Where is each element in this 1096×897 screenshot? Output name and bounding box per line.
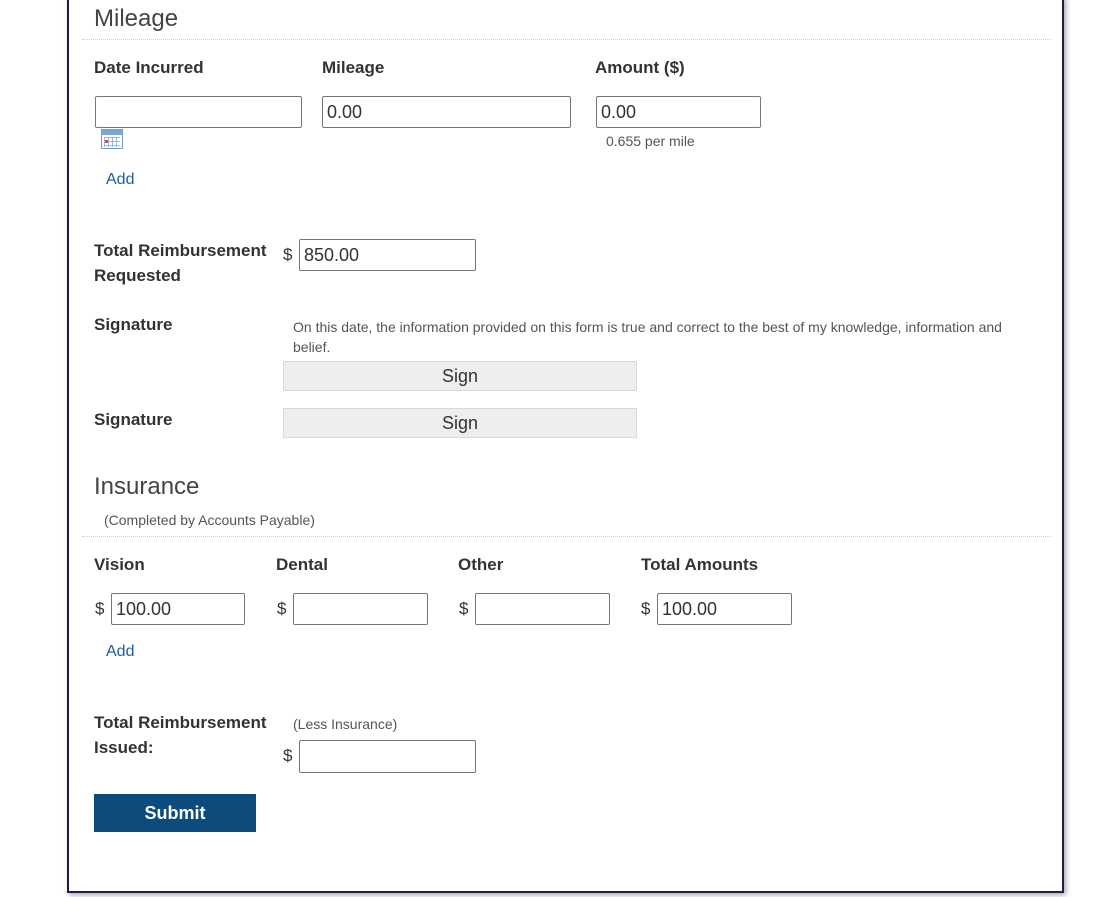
section-divider: [82, 39, 1052, 40]
calendar-icon[interactable]: [101, 129, 123, 149]
total-requested-label-line2: Requested: [94, 266, 181, 285]
mileage-input[interactable]: [322, 96, 571, 128]
currency-symbol: $: [283, 245, 293, 264]
rate-note: 0.655 per mile: [606, 133, 695, 149]
mileage-section-title: Mileage: [94, 5, 179, 32]
total-amounts-label: Total Amounts: [641, 555, 759, 574]
less-insurance-note: (Less Insurance): [293, 716, 398, 732]
currency-symbol: $: [283, 746, 293, 765]
total-issued-label: Total Reimbursement Issued:: [94, 710, 267, 760]
date-incurred-label: Date Incurred: [94, 58, 204, 77]
total-requested-label-line1: Total Reimbursement: [94, 241, 267, 260]
vision-label: Vision: [94, 555, 145, 574]
amount-input[interactable]: [596, 96, 761, 128]
total-issued-input[interactable]: [299, 740, 476, 773]
currency-symbol: $: [459, 599, 469, 618]
mileage-add-link[interactable]: Add: [106, 171, 134, 189]
date-incurred-input[interactable]: [95, 96, 302, 128]
section-divider: [82, 536, 1052, 537]
submit-button[interactable]: Submit: [94, 794, 256, 832]
insurance-section-title: Insurance: [94, 473, 200, 500]
signature-label: Signature: [94, 315, 173, 334]
total-requested-input[interactable]: [299, 239, 476, 271]
signature-statement: On this date, the information provided o…: [293, 317, 1013, 357]
total-issued-label-line1: Total Reimbursement: [94, 713, 267, 732]
currency-symbol: $: [641, 599, 651, 618]
dental-label: Dental: [276, 555, 328, 574]
total-requested-label: Total Reimbursement Requested: [94, 238, 267, 288]
insurance-subtitle: (Completed by Accounts Payable): [104, 512, 315, 528]
total-issued-label-line2: Issued:: [94, 738, 154, 757]
other-label: Other: [458, 555, 504, 574]
dental-input[interactable]: [293, 593, 428, 625]
signature-statement-line1: On this date, the information provided o…: [293, 319, 1002, 335]
currency-symbol: $: [95, 599, 105, 618]
currency-symbol: $: [277, 599, 287, 618]
sign-button-2[interactable]: Sign: [283, 408, 637, 438]
amount-label: Amount ($): [595, 58, 685, 77]
signature-statement-line2: belief.: [293, 339, 331, 355]
mileage-label: Mileage: [322, 58, 385, 77]
vision-input[interactable]: [111, 593, 245, 625]
other-input[interactable]: [475, 593, 610, 625]
sign-button[interactable]: Sign: [283, 361, 637, 391]
signature-label-2: Signature: [94, 410, 173, 429]
insurance-add-link[interactable]: Add: [106, 643, 134, 661]
total-amounts-input[interactable]: [657, 593, 792, 625]
